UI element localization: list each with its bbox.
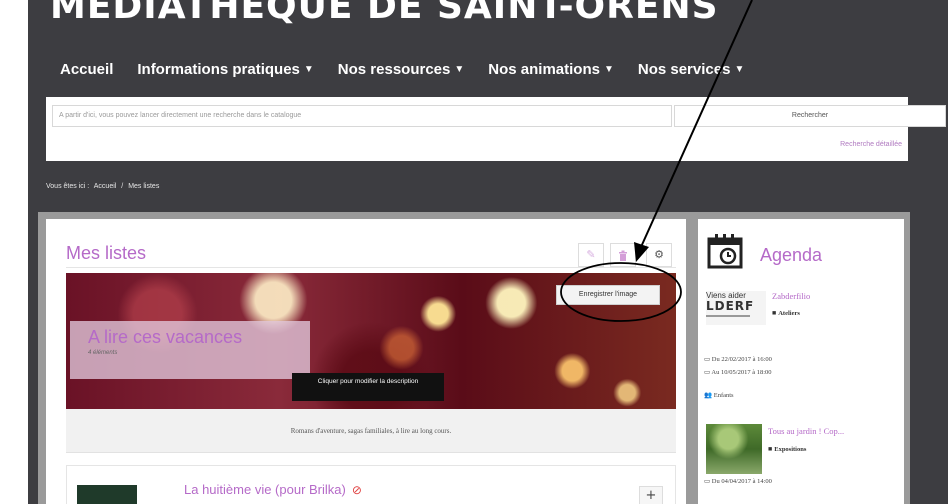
trash-icon	[619, 250, 627, 261]
event-date-from-text: Du 22/02/2017 à 16:00	[711, 356, 772, 363]
search-bar: A partir d'ici, vous pouvez lancer direc…	[46, 97, 946, 161]
event-thumb-logo-text: LDERF	[706, 299, 755, 313]
nav-item-nos-animations[interactable]: Nos animations ▼	[488, 61, 614, 78]
event-category: ■ Expositions	[768, 445, 806, 453]
list-description[interactable]: Romans d'aventure, sagas familiales, à l…	[66, 409, 676, 453]
edit-list-button[interactable]: ✎	[578, 243, 604, 267]
agenda-title[interactable]: Agenda	[760, 245, 822, 266]
list-item-title[interactable]: La huitième vie (pour Brilka)	[184, 482, 346, 497]
page-title: Mes listes	[66, 243, 147, 263]
breadcrumb-prefix: Vous êtes ici :	[46, 183, 90, 190]
event-thumb-rule	[706, 315, 750, 317]
search-input[interactable]: A partir d'ici, vous pouvez lancer direc…	[52, 105, 672, 127]
agenda-panel: Agenda Viens aider LDERF Zabderfilio ■ At…	[698, 219, 904, 504]
event-date-to: ▭ Au 10/05/2017 à 18:00	[704, 368, 772, 376]
calendar-small-icon: ▭	[704, 478, 712, 485]
divider	[66, 267, 676, 268]
nav-item-informations-pratiques[interactable]: Informations pratiques ▼	[137, 61, 313, 78]
event-thumbnail[interactable]	[706, 424, 762, 474]
nav-item-accueil[interactable]: Accueil	[60, 61, 113, 78]
caret-down-icon: ▼	[603, 64, 614, 75]
no-entry-icon: ⊘	[351, 483, 362, 497]
list-item: La huitième vie (pour Brilka) ⊘ +	[66, 465, 676, 504]
nav-item-label: Informations pratiques	[137, 61, 300, 78]
main-nav: Accueil Informations pratiques ▼ Nos ress…	[60, 61, 744, 78]
list-banner-label: A lire ces vacances 4 éléments	[70, 321, 310, 379]
folder-icon: ■	[768, 445, 773, 453]
event-date-from-text: Du 04/04/2017 à 14:00	[711, 478, 772, 485]
search-button[interactable]: Rechercher	[674, 105, 946, 127]
screenshot-frame: MÉDIATHÈQUE DE SAINT-ORENS Accueil Infor…	[0, 0, 948, 504]
group-icon: 👥	[704, 392, 714, 399]
nav-item-label: Accueil	[60, 61, 114, 78]
list-banner-image[interactable]: Enregistrer l'image A lire ces vacances …	[66, 273, 676, 409]
save-image-button[interactable]: Enregistrer l'image	[556, 285, 660, 305]
list-item-count: 4 éléments	[88, 350, 118, 356]
site-title[interactable]: MÉDIATHÈQUE DE SAINT-ORENS	[50, 0, 719, 27]
list-name[interactable]: A lire ces vacances	[88, 327, 292, 348]
pencil-icon: ✎	[586, 248, 596, 261]
breadcrumb-current: Mes listes	[128, 183, 160, 190]
calendar-small-icon: ▭	[704, 356, 712, 363]
nav-item-label: Nos animations	[488, 61, 600, 78]
event-category-label: Ateliers	[778, 310, 800, 317]
list-item-title-row: La huitième vie (pour Brilka) ⊘	[184, 482, 362, 497]
list-settings-button[interactable]: ⚙	[646, 243, 672, 267]
nav-item-label: Nos services	[637, 61, 731, 78]
advanced-search-link[interactable]: Recherche détaillée	[840, 141, 902, 148]
calendar-icon	[707, 234, 743, 269]
edit-description-tooltip[interactable]: Cliquer pour modifier la description	[292, 373, 444, 401]
caret-down-icon: ▼	[303, 64, 314, 75]
event-audience: 👥 Enfants	[704, 391, 734, 399]
event-category-label: Expositions	[774, 446, 807, 453]
nav-item-label: Nos ressources	[337, 61, 451, 78]
gear-icon: ⚙	[654, 248, 664, 261]
my-lists-panel: Mes listes ✎ ⚙ Enregistrer l'image A lir…	[46, 219, 686, 504]
event-category: ■ Ateliers	[772, 309, 800, 317]
event-title[interactable]: Zabderfilio	[772, 291, 810, 301]
breadcrumb-separator: /	[121, 183, 124, 190]
book-cover-image[interactable]	[77, 485, 137, 504]
add-button[interactable]: +	[639, 486, 663, 504]
nav-item-nos-ressources[interactable]: Nos ressources ▼	[338, 61, 464, 78]
event-date-from: ▭ Du 04/04/2017 à 14:00	[704, 477, 772, 485]
delete-list-button[interactable]	[610, 243, 636, 267]
breadcrumb: Vous êtes ici : Accueil / Mes listes	[46, 183, 162, 190]
event-date-from: ▭ Du 22/02/2017 à 16:00	[704, 355, 772, 363]
caret-down-icon: ▼	[734, 64, 745, 75]
event-title[interactable]: Tous au jardin ! Cop...	[768, 426, 844, 436]
event-thumbnail[interactable]: Viens aider LDERF	[706, 291, 766, 325]
event-audience-text: Enfants	[713, 392, 734, 399]
event-date-to-text: Au 10/05/2017 à 18:00	[711, 369, 772, 376]
caret-down-icon: ▼	[454, 64, 465, 75]
folder-icon: ■	[772, 309, 777, 317]
nav-item-nos-services[interactable]: Nos services ▼	[638, 61, 744, 78]
breadcrumb-home-link[interactable]: Accueil	[94, 183, 117, 190]
